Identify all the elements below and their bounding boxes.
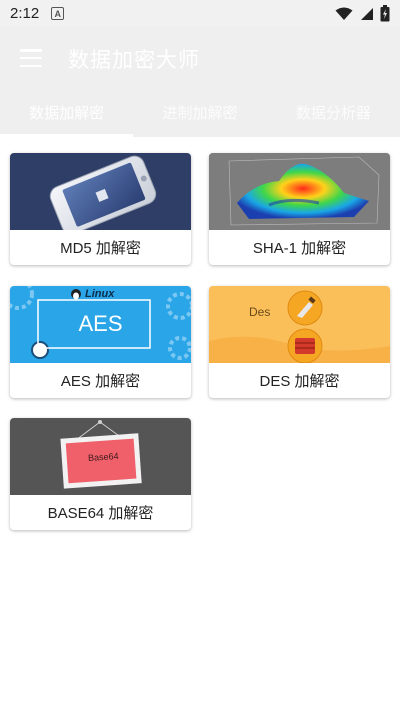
base64-image: Base64 bbox=[10, 418, 191, 495]
status-bar: 2:12 A bbox=[0, 0, 400, 27]
aes-image: Linux AES bbox=[10, 286, 191, 363]
card-md5[interactable]: MD5 加解密 bbox=[10, 153, 191, 265]
des-image: Des bbox=[209, 286, 390, 363]
wifi-icon bbox=[335, 7, 353, 20]
card-label: AES 加解密 bbox=[60, 373, 141, 390]
card-label: DES 加解密 bbox=[259, 373, 340, 390]
aes-word: AES bbox=[78, 311, 123, 336]
status-icons bbox=[335, 5, 390, 22]
battery-icon bbox=[380, 5, 390, 22]
app-title: 数据加密大师 bbox=[68, 49, 200, 72]
card-label: MD5 加解密 bbox=[60, 240, 141, 257]
tab-radix-crypto[interactable]: 进制加解密 bbox=[133, 93, 266, 137]
menu-icon[interactable] bbox=[20, 49, 42, 67]
card-label: BASE64 加解密 bbox=[47, 505, 154, 522]
card-aes[interactable]: Linux AES AES 加解密 bbox=[10, 286, 191, 398]
notification-icon: A bbox=[51, 7, 65, 20]
card-sha1[interactable]: SHA-1 加解密 bbox=[209, 153, 390, 265]
card-label: SHA-1 加解密 bbox=[252, 240, 347, 257]
status-time: 2:12 bbox=[10, 5, 40, 22]
tab-bar: 数据加解密 进制加解密 数据分析器 bbox=[0, 93, 400, 137]
sha1-image bbox=[209, 153, 390, 230]
des-word: Des bbox=[249, 305, 271, 319]
app-bar: 数据加密大师 数据加解密 进制加解密 数据分析器 bbox=[0, 27, 400, 137]
tab-data-crypto[interactable]: 数据加解密 bbox=[0, 93, 134, 137]
linux-badge: Linux bbox=[85, 288, 115, 300]
card-des[interactable]: Des DES 加解密 bbox=[209, 286, 390, 398]
signal-icon bbox=[361, 7, 373, 20]
md5-image bbox=[10, 153, 191, 230]
card-base64[interactable]: Base64 BASE64 加解密 bbox=[10, 418, 191, 530]
tab-data-analyzer[interactable]: 数据分析器 bbox=[267, 93, 400, 137]
base64-word: Base64 bbox=[87, 450, 119, 464]
